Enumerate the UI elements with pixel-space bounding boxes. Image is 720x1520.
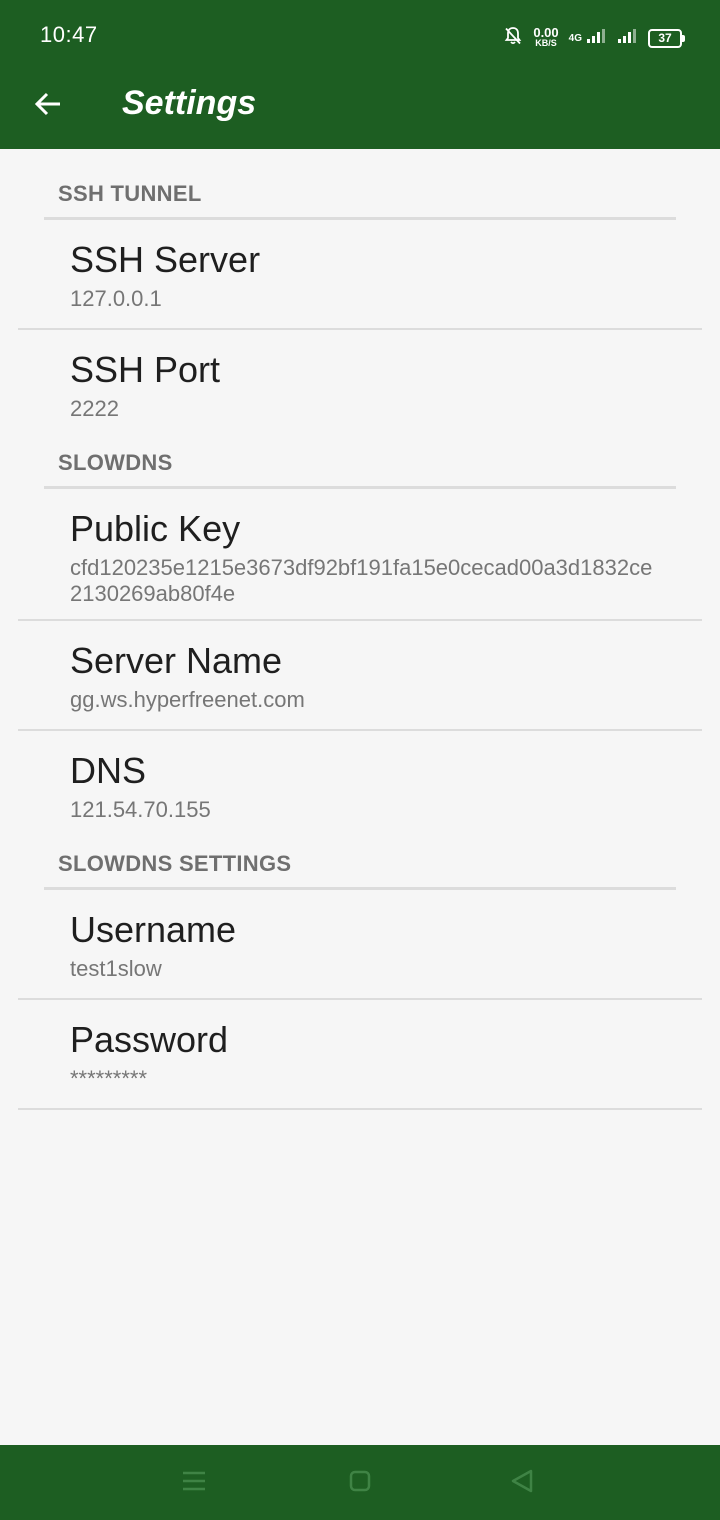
net-speed: 0.00 KB/S [533,25,559,48]
pref-ssh-server[interactable]: SSH Server 127.0.0.1 [18,220,702,330]
pref-title: Username [70,909,237,950]
triangle-back-icon [509,1468,535,1499]
section-header-slowdns: SLOWDNS [44,438,676,489]
back-button[interactable] [22,80,74,132]
pref-summary: test1slow [70,956,162,981]
pref-title: DNS [70,750,147,791]
pref-summary: 127.0.0.1 [70,286,162,311]
pref-summary: gg.ws.hyperfreenet.com [70,687,305,712]
status-icons: 0.00 KB/S 4G 37 [503,24,685,52]
pref-summary: 2222 [70,396,119,421]
net-speed-unit: KB/S [535,38,557,48]
home-button[interactable] [344,1467,376,1499]
pref-server-name[interactable]: Server Name gg.ws.hyperfreenet.com [18,621,702,731]
pref-dns[interactable]: DNS 121.54.70.155 [18,731,702,839]
nav-back-button[interactable] [506,1467,538,1499]
signal-icon-2 [616,28,638,49]
pref-summary: ********* [70,1066,148,1091]
pref-public-key[interactable]: Public Key cfd120235e1215e3673df92bf191f… [18,489,702,621]
pref-title: SSH Port [70,349,221,390]
network-type: 4G [568,32,582,44]
pref-password[interactable]: Password ********* [18,1000,702,1110]
pref-ssh-port[interactable]: SSH Port 2222 [18,330,702,438]
battery-icon: 37 [648,28,685,48]
pref-title: Public Key [70,508,241,549]
pref-username[interactable]: Username test1slow [18,890,702,1000]
pref-summary: 121.54.70.155 [70,797,211,822]
section-header-slowdns-settings: SLOWDNS SETTINGS [44,839,676,890]
recents-button[interactable] [178,1467,210,1499]
battery-level: 37 [658,31,672,45]
status-time: 10:47 [40,22,98,47]
page-title: Settings [122,84,257,122]
bell-muted-icon [503,26,523,51]
app-bar: Settings [0,72,720,149]
settings-list: SSH TUNNEL SSH Server 127.0.0.1 SSH Port… [0,149,720,1110]
pref-summary: cfd120235e1215e3673df92bf191fa15e0cecad0… [70,555,653,606]
signal-icon [586,28,606,49]
pref-title: Server Name [70,640,283,681]
system-nav-bar [0,1445,720,1520]
arrow-left-icon [32,88,64,125]
section-header-ssh-tunnel: SSH TUNNEL [44,149,676,220]
pref-title: SSH Server [70,239,261,280]
status-bar: 10:47 0.00 KB/S 4G 37 [0,0,720,72]
square-home-icon [348,1469,372,1498]
pref-title: Password [70,1019,229,1060]
menu-lines-icon [181,1470,207,1497]
net-speed-value: 0.00 [533,25,559,40]
